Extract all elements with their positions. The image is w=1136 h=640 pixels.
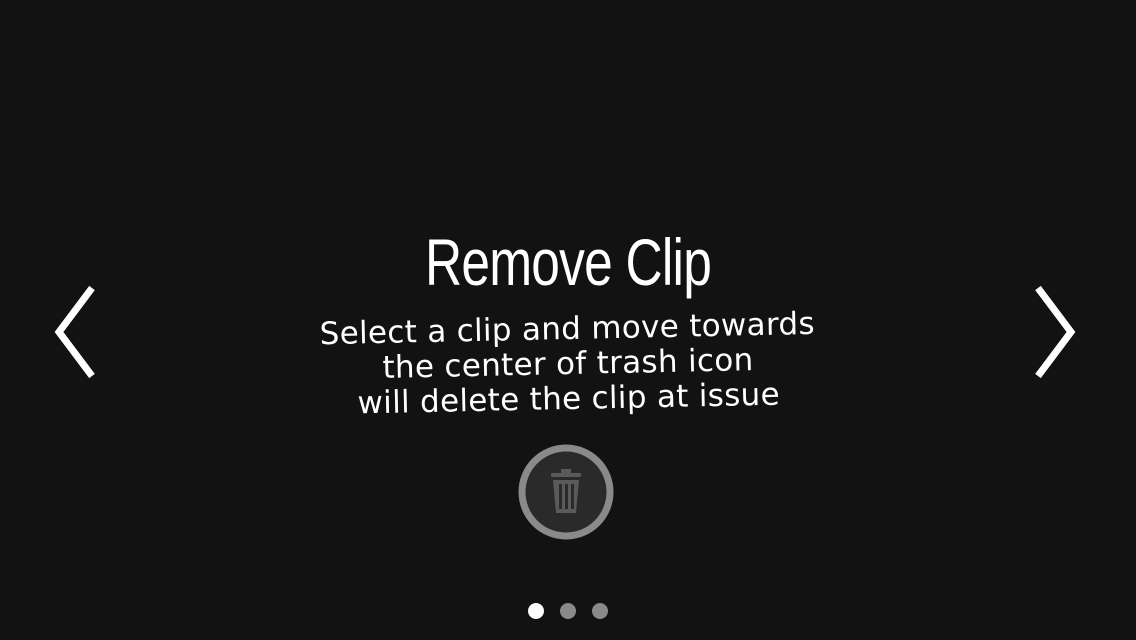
chevron-right-icon bbox=[1035, 285, 1076, 379]
page-dot-2[interactable] bbox=[560, 603, 576, 619]
instruction-text: Select a clip and move towards the cente… bbox=[0, 300, 1136, 429]
page-dot-3[interactable] bbox=[592, 603, 608, 619]
trash-icon bbox=[518, 444, 614, 540]
page-dot-1[interactable] bbox=[528, 603, 544, 619]
trash-drop-target[interactable] bbox=[517, 443, 615, 541]
page-indicator bbox=[0, 603, 1136, 621]
next-page-button[interactable] bbox=[1034, 284, 1078, 380]
tutorial-screen: Remove Clip Select a clip and move towar… bbox=[0, 0, 1136, 640]
page-title: Remove Clip bbox=[424, 225, 712, 299]
